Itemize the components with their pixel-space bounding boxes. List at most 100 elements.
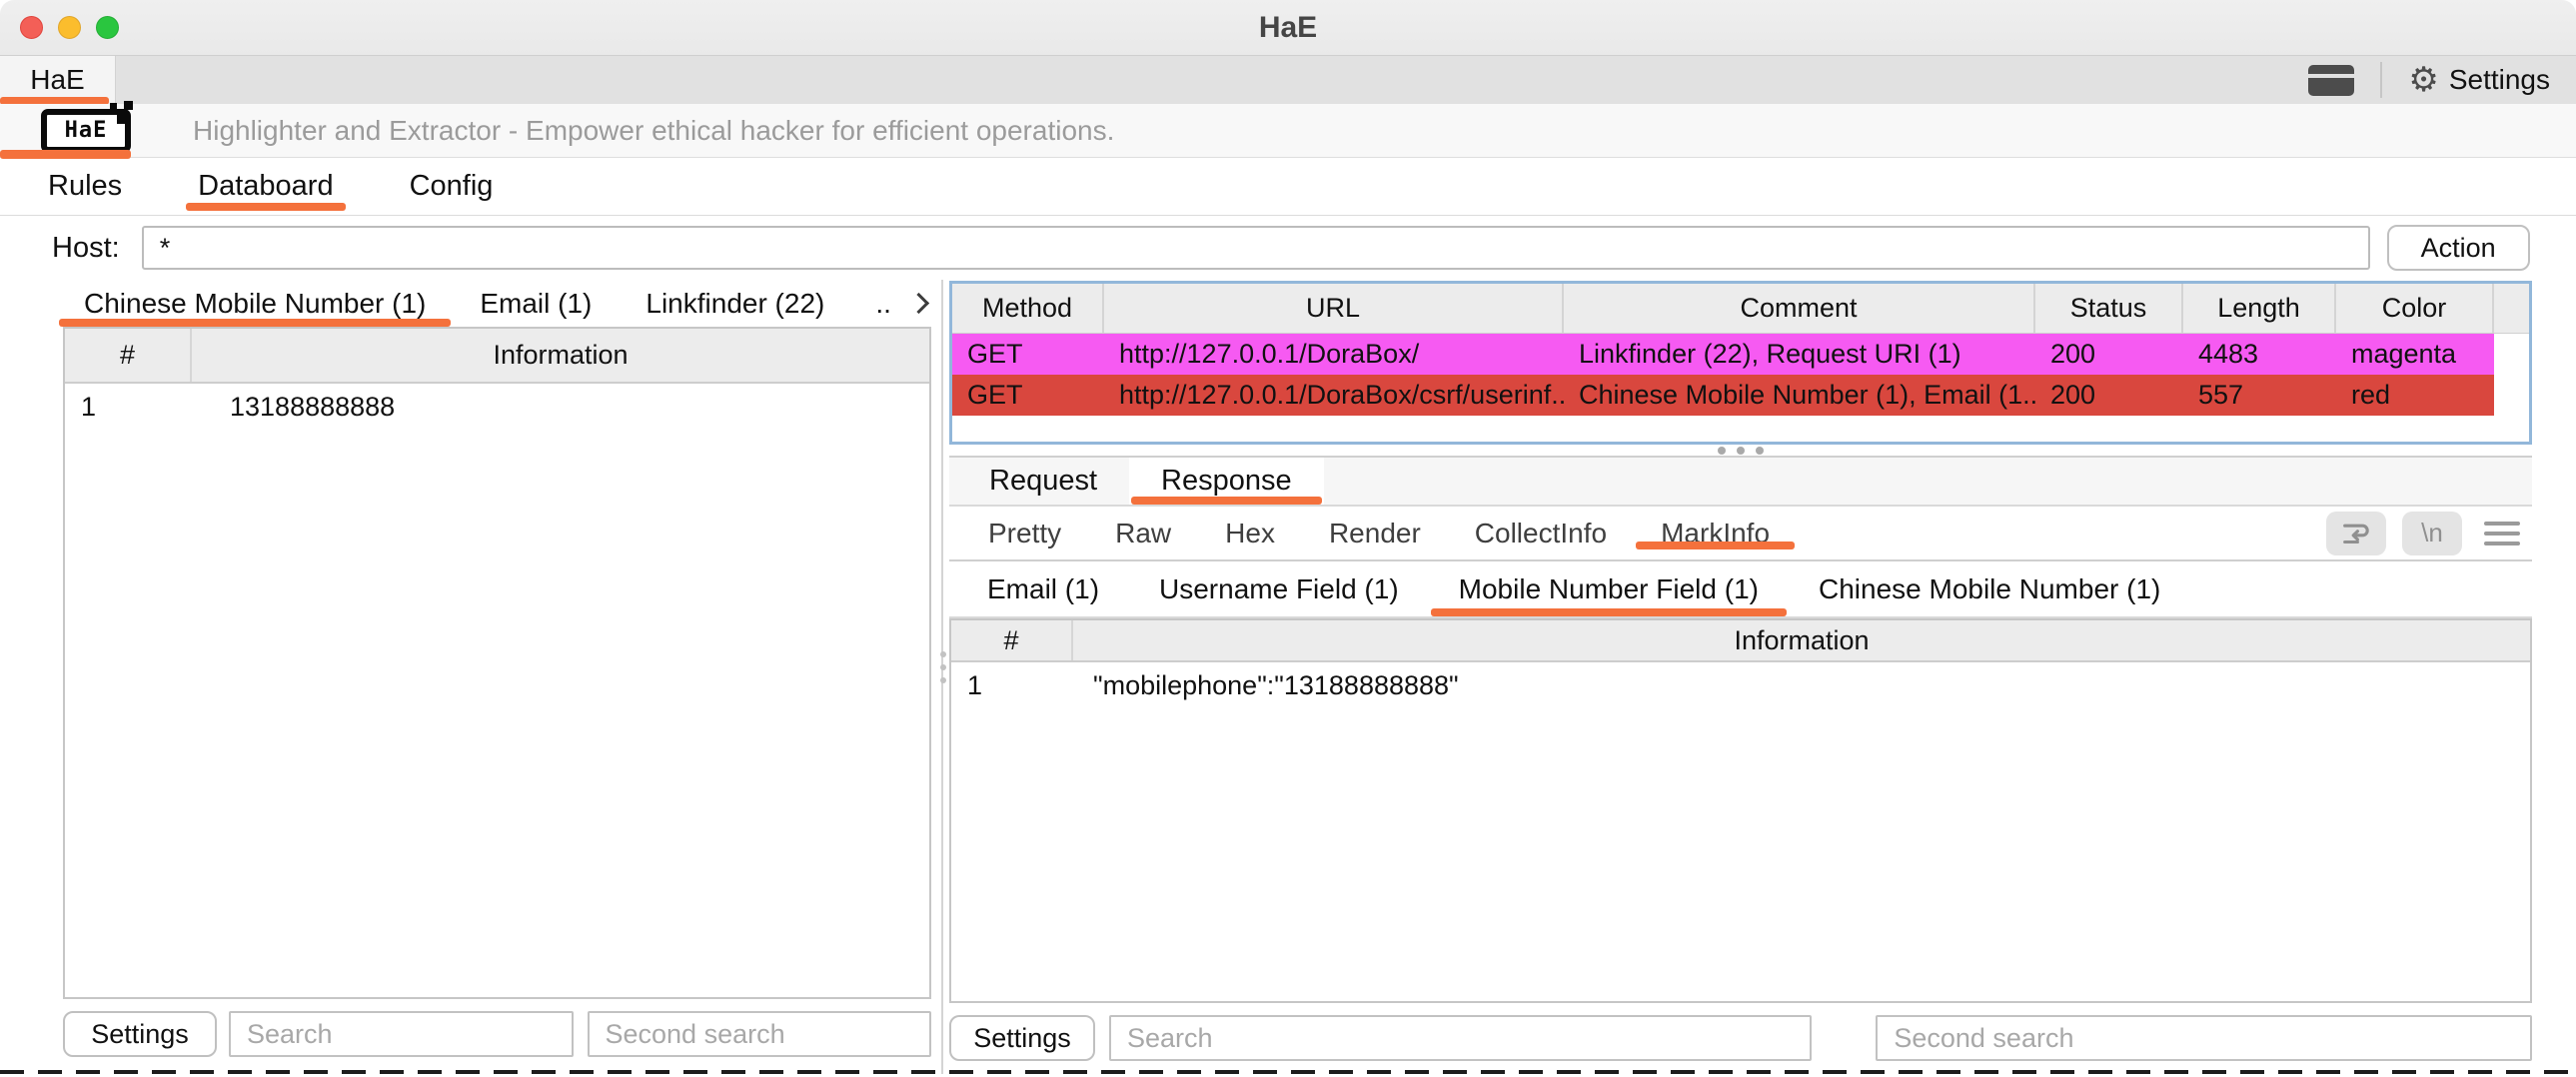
cell-comment: Linkfinder (22), Request URI (1) — [1564, 334, 2035, 375]
right-panel-controls: Settings — [949, 1015, 2532, 1061]
action-button[interactable]: Action — [2387, 225, 2530, 271]
mark-tab-bar: Email (1) Username Field (1) Mobile Numb… — [949, 561, 2532, 618]
editor-tab-bar: Pretty Raw Hex Render CollectInfo MarkIn… — [949, 507, 2532, 561]
column-header-url[interactable]: URL — [1104, 284, 1564, 333]
tab-label: Raw — [1115, 518, 1171, 549]
cell-method: GET — [952, 375, 1104, 416]
gear-icon: ⚙ — [2408, 63, 2438, 97]
settings-button[interactable]: ⚙ Settings — [2408, 63, 2550, 97]
main-nav-tabs: Rules Databoard Config — [0, 158, 2576, 216]
results-splitter-handle[interactable] — [949, 445, 2532, 458]
tab-config[interactable]: Config — [388, 158, 516, 215]
result-row-red[interactable]: GET http://127.0.0.1/DoraBox/csrf/userin… — [952, 375, 2529, 416]
table-header: # Information — [65, 329, 929, 384]
column-header-information[interactable]: Information — [1073, 620, 2530, 660]
table-row[interactable]: 1 13188888888 — [65, 384, 929, 430]
row-filler — [2494, 334, 2529, 375]
tab-response[interactable]: Response — [1129, 458, 1324, 505]
tab-raw[interactable]: Raw — [1088, 518, 1198, 549]
tab-hae[interactable]: HaE — [0, 56, 116, 104]
tab-overflow-label: .. — [875, 288, 891, 320]
column-header-status[interactable]: Status — [2035, 284, 2183, 333]
cell-url: http://127.0.0.1/DoraBox/csrf/userinf... — [1104, 375, 1564, 416]
databoard-right-panel: Method URL Comment Status Length Color G… — [943, 280, 2576, 1077]
tab-label: MarkInfo — [1661, 518, 1770, 549]
word-wrap-icon[interactable] — [2326, 512, 2386, 555]
result-row-magenta[interactable]: GET http://127.0.0.1/DoraBox/ Linkfinder… — [952, 334, 2529, 375]
table-header: # Information — [951, 620, 2530, 662]
tab-email[interactable]: Email (1) — [453, 280, 619, 327]
host-input[interactable] — [142, 226, 2370, 270]
host-label: Host: — [52, 232, 120, 265]
tab-mark-email[interactable]: Email (1) — [957, 561, 1129, 616]
cell-num: 1 — [65, 384, 192, 430]
left-info-table: # Information 1 13188888888 — [63, 327, 931, 999]
minimize-window-icon[interactable] — [58, 16, 81, 39]
toolbar-divider — [2380, 62, 2382, 98]
window-title: HaE — [1259, 11, 1317, 45]
tab-label: Chinese Mobile Number (1) — [84, 288, 426, 320]
cell-num: 1 — [951, 662, 1073, 708]
tab-label: Render — [1329, 518, 1421, 549]
column-header-comment[interactable]: Comment — [1564, 284, 2035, 333]
traffic-lights — [20, 16, 119, 39]
tab-label: Username Field (1) — [1159, 573, 1399, 605]
tab-linkfinder[interactable]: Linkfinder (22) — [619, 280, 851, 327]
column-header-method[interactable]: Method — [952, 284, 1104, 333]
left-panel-controls: Settings — [63, 1011, 931, 1057]
banner-row: HaE Highlighter and Extractor - Empower … — [0, 104, 2576, 158]
editor-menu-icon[interactable] — [2478, 522, 2526, 545]
results-header: Method URL Comment Status Length Color — [952, 284, 2529, 334]
column-header-color[interactable]: Color — [2336, 284, 2494, 333]
table-row[interactable]: 1 "mobilephone":"13188888888" — [951, 662, 2530, 708]
left-second-search-input[interactable] — [588, 1011, 932, 1057]
tab-hex[interactable]: Hex — [1198, 518, 1302, 549]
tab-mark-chinese-mobile-number[interactable]: Chinese Mobile Number (1) — [1789, 561, 2190, 616]
cell-comment: Chinese Mobile Number (1), Email (1... — [1564, 375, 2035, 416]
right-search-input[interactable] — [1109, 1015, 1812, 1061]
hae-logo-icon: HaE — [41, 109, 131, 153]
panel-splitter-handle[interactable] — [940, 651, 946, 683]
tab-collectinfo[interactable]: CollectInfo — [1448, 518, 1634, 549]
tab-request[interactable]: Request — [957, 458, 1129, 505]
column-header-num[interactable]: # — [65, 329, 192, 382]
layout-panel-icon[interactable] — [2308, 65, 2354, 96]
close-window-icon[interactable] — [20, 16, 43, 39]
tab-markinfo[interactable]: MarkInfo — [1634, 518, 1797, 549]
column-header-length[interactable]: Length — [2183, 284, 2336, 333]
cell-status: 200 — [2035, 334, 2183, 375]
right-settings-button[interactable]: Settings — [949, 1015, 1095, 1061]
tab-pretty[interactable]: Pretty — [961, 518, 1088, 549]
main-area: Chinese Mobile Number (1) Email (1) Link… — [0, 280, 2576, 1077]
tab-databoard[interactable]: Databoard — [176, 158, 355, 215]
column-header-filler — [2494, 284, 2529, 333]
databoard-left-panel: Chinese Mobile Number (1) Email (1) Link… — [0, 280, 943, 1077]
zoom-window-icon[interactable] — [96, 16, 119, 39]
column-header-information[interactable]: Information — [192, 329, 929, 382]
logo-text: HaE — [65, 118, 108, 143]
tab-chinese-mobile-number[interactable]: Chinese Mobile Number (1) — [57, 280, 453, 327]
cell-information: 13188888888 — [192, 384, 929, 430]
tab-mark-mobile-number-field[interactable]: Mobile Number Field (1) — [1429, 561, 1789, 616]
tab-label: Hex — [1225, 518, 1275, 549]
cell-status: 200 — [2035, 375, 2183, 416]
column-header-num[interactable]: # — [951, 620, 1073, 660]
left-search-input[interactable] — [229, 1011, 574, 1057]
tab-label: CollectInfo — [1475, 518, 1607, 549]
app-tab-strip: HaE ⚙ Settings — [0, 56, 2576, 104]
left-tab-bar: Chinese Mobile Number (1) Email (1) Link… — [57, 280, 931, 327]
tab-rules[interactable]: Rules — [26, 158, 144, 215]
left-settings-button[interactable]: Settings — [63, 1011, 217, 1057]
chevron-right-icon[interactable] — [908, 293, 929, 314]
newline-icon[interactable]: \n — [2402, 512, 2462, 555]
tab-render[interactable]: Render — [1302, 518, 1448, 549]
tab-label: Email (1) — [480, 288, 592, 320]
cell-color: red — [2336, 375, 2494, 416]
tab-hae-label: HaE — [30, 64, 84, 96]
right-second-search-input[interactable] — [1876, 1015, 2532, 1061]
tab-config-label: Config — [410, 170, 494, 203]
tab-label: Chinese Mobile Number (1) — [1819, 573, 2160, 605]
tab-label: Request — [989, 465, 1097, 498]
settings-label: Settings — [2449, 64, 2550, 96]
tab-mark-username-field[interactable]: Username Field (1) — [1129, 561, 1429, 616]
